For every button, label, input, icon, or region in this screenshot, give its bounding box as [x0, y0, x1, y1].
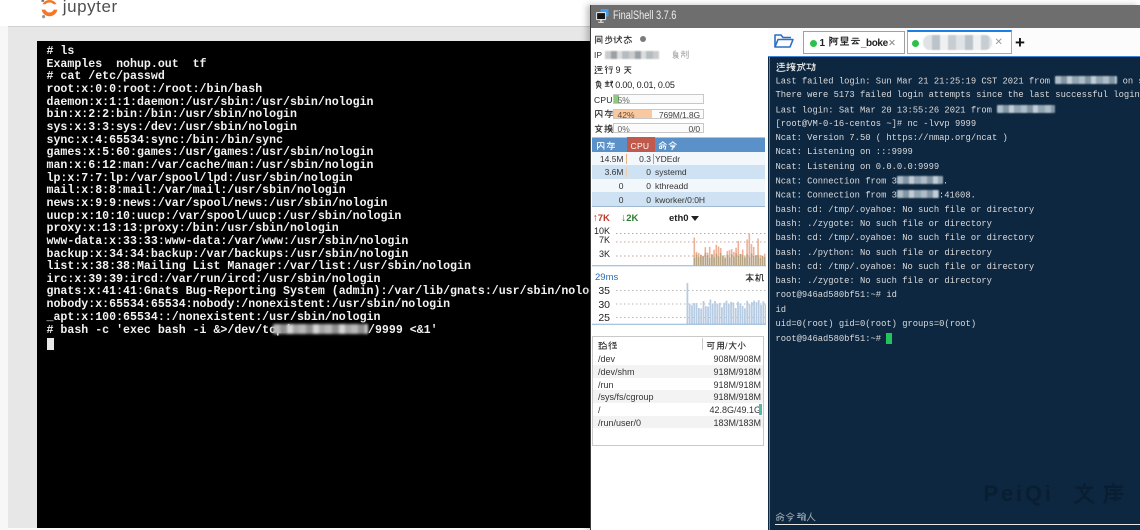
- svg-text:jupyter: jupyter: [62, 0, 118, 16]
